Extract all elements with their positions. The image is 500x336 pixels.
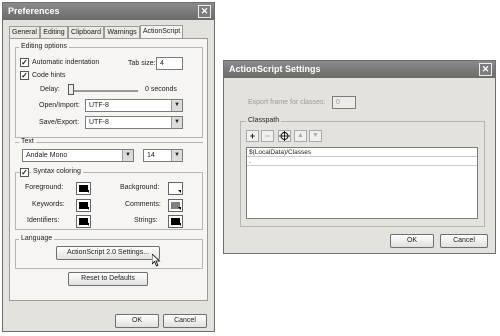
chevron-down-icon: ▼	[171, 117, 182, 128]
text-label: Text	[19, 138, 36, 145]
code-hints-checkbox[interactable]: ✓	[20, 71, 29, 80]
language-label: Language	[19, 235, 55, 242]
auto-indent-label: Automatic indentation	[32, 59, 100, 66]
close-icon[interactable]: ✕	[198, 5, 211, 18]
dropdown-triangle-icon	[86, 207, 89, 210]
preferences-cancel-label: Cancel	[174, 317, 196, 324]
preferences-ok-button[interactable]: OK	[115, 314, 159, 328]
tab-actionscript[interactable]: ActionScript	[140, 25, 183, 38]
tab-general-label: General	[12, 29, 37, 36]
export-frame-label: Export frame for classes:	[248, 99, 326, 106]
open-import-label: Open/Import:	[39, 102, 80, 109]
identifiers-color-swatch[interactable]	[76, 215, 91, 228]
preferences-cancel-button[interactable]: Cancel	[163, 314, 207, 328]
close-icon[interactable]: ✕	[479, 63, 492, 76]
keywords-label: Keywords:	[32, 201, 65, 208]
delay-label: Delay:	[40, 86, 60, 93]
strings-color-swatch[interactable]	[168, 215, 183, 228]
tab-general[interactable]: General	[9, 26, 40, 38]
actionscript-settings-button[interactable]: ActionScript 2.0 Settings...	[56, 246, 160, 260]
auto-indent-checkbox[interactable]: ✓	[20, 58, 29, 67]
mouse-pointer-icon	[152, 254, 161, 267]
dropdown-triangle-icon	[178, 223, 181, 226]
add-icon[interactable]: +	[246, 130, 259, 142]
as-settings-cancel-label: Cancel	[453, 237, 475, 244]
dropdown-triangle-icon	[178, 190, 181, 193]
syntax-coloring-label: Syntax coloring	[31, 168, 83, 175]
editing-options-label: Editing options	[19, 43, 69, 50]
tab-warnings[interactable]: Warnings	[104, 26, 140, 38]
actionscript-panel: Editing options ✓ Automatic indentation …	[9, 38, 208, 301]
save-export-select[interactable]: UTF-8 ▼	[85, 116, 183, 129]
font-size-select[interactable]: 14 ▼	[143, 149, 183, 162]
actionscript-settings-label: ActionScript 2.0 Settings...	[66, 249, 150, 256]
keywords-color-swatch[interactable]	[76, 199, 91, 212]
classpath-item[interactable]: $(LocalData)/Classes	[247, 148, 477, 157]
comments-color-swatch[interactable]	[168, 199, 183, 212]
dropdown-triangle-icon	[86, 190, 89, 193]
actionscript-settings-dialog: ActionScript Settings ✕ Export frame for…	[223, 60, 496, 254]
tab-editing-label: Editing	[43, 29, 65, 36]
save-export-label: Save/Export:	[39, 119, 80, 126]
as-settings-titlebar[interactable]: ActionScript Settings	[224, 61, 495, 78]
chevron-down-icon: ▼	[171, 100, 182, 111]
background-label: Background:	[120, 184, 160, 191]
preferences-title: Preferences	[8, 6, 60, 16]
as-settings-title: ActionScript Settings	[229, 64, 321, 74]
chevron-down-icon: ▼	[171, 150, 182, 161]
delay-slider-track[interactable]	[68, 90, 138, 92]
as-settings-cancel-button[interactable]: Cancel	[440, 234, 488, 248]
preferences-dialog: Preferences ✕ General Editing Clipboard …	[2, 2, 215, 332]
dropdown-triangle-icon	[178, 207, 181, 210]
move-down-icon[interactable]: ▼	[309, 130, 322, 142]
strings-label: Strings:	[134, 217, 158, 224]
tab-size-input[interactable]: 4	[156, 57, 183, 70]
reset-to-defaults-label: Reset to Defaults	[81, 275, 135, 282]
classpath-label: Classpath	[246, 117, 282, 124]
tab-size-label: Tab size:	[128, 60, 156, 67]
open-import-value: UTF-8	[89, 102, 109, 109]
comments-label: Comments:	[125, 201, 161, 208]
font-select[interactable]: Andale Mono ▼	[22, 149, 134, 162]
as-settings-ok-label: OK	[406, 237, 418, 244]
open-import-select[interactable]: UTF-8 ▼	[85, 99, 183, 112]
save-export-value: UTF-8	[89, 119, 109, 126]
chevron-down-icon: ▼	[122, 150, 133, 161]
tab-warnings-label: Warnings	[107, 29, 137, 36]
tab-clipboard[interactable]: Clipboard	[68, 26, 104, 38]
dropdown-triangle-icon	[86, 223, 89, 226]
export-frame-input[interactable]: 0	[332, 96, 356, 109]
move-up-icon[interactable]: ▲	[294, 130, 307, 142]
tab-actionscript-label: ActionScript	[142, 28, 181, 35]
syntax-coloring-checkbox[interactable]: ✓	[20, 168, 29, 177]
delay-slider-thumb[interactable]	[68, 84, 74, 95]
font-size-value: 14	[147, 152, 155, 159]
foreground-label: Foreground:	[25, 184, 64, 191]
delay-value: 0 seconds	[145, 86, 177, 93]
code-hints-label: Code hints	[32, 72, 66, 79]
as-settings-ok-button[interactable]: OK	[390, 234, 434, 248]
classpath-item[interactable]: .	[247, 157, 477, 166]
foreground-color-swatch[interactable]	[76, 182, 91, 195]
tab-clipboard-label: Clipboard	[71, 29, 101, 36]
identifiers-label: Identifiers:	[27, 217, 60, 224]
tab-editing[interactable]: Editing	[40, 26, 68, 38]
classpath-list[interactable]: $(LocalData)/Classes .	[246, 147, 478, 219]
preferences-ok-label: OK	[131, 317, 143, 324]
preferences-titlebar[interactable]: Preferences	[3, 3, 214, 20]
remove-icon[interactable]: −	[261, 130, 274, 142]
target-icon[interactable]	[278, 130, 291, 142]
background-color-swatch[interactable]	[168, 182, 183, 195]
reset-to-defaults-button[interactable]: Reset to Defaults	[68, 272, 148, 286]
target-glyph	[279, 131, 290, 141]
font-value: Andale Mono	[26, 152, 68, 159]
